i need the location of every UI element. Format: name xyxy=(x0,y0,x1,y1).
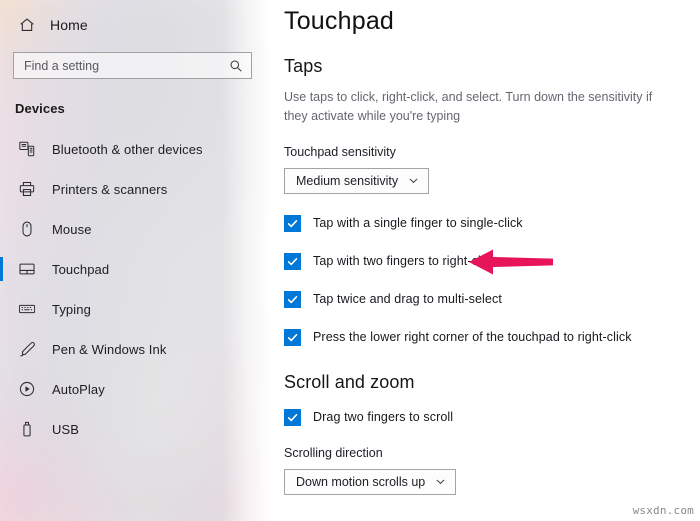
checkbox-checked-icon[interactable] xyxy=(284,252,301,270)
checkbox-label: Tap with a single finger to single-click xyxy=(313,216,523,231)
taps-section-heading: Taps xyxy=(284,56,323,76)
sidebar-item-bluetooth-other-devices[interactable]: Bluetooth & other devices xyxy=(0,129,268,169)
scrolling-direction-value: Down motion scrolls up xyxy=(296,474,426,489)
touchpad-sensitivity-value: Medium sensitivity xyxy=(296,173,399,188)
sidebar-item-usb[interactable]: USB xyxy=(0,409,268,449)
chevron-down-icon xyxy=(408,175,419,186)
bluetooth-devices-icon xyxy=(18,140,36,158)
sidebar-item-touchpad[interactable]: Touchpad xyxy=(0,249,268,289)
autoplay-icon xyxy=(18,380,36,398)
sidebar-item-label: Printers & scanners xyxy=(52,181,168,197)
home-icon xyxy=(18,16,36,34)
sidebar-item-autoplay[interactable]: AutoPlay xyxy=(0,369,268,409)
sidebar-item-mouse[interactable]: Mouse xyxy=(0,209,268,249)
sidebar-item-label: Touchpad xyxy=(52,261,110,277)
touchpad-sensitivity-dropdown[interactable]: Medium sensitivity xyxy=(284,167,430,194)
keyboard-icon xyxy=(18,300,36,318)
sidebar-item-label: USB xyxy=(52,421,80,437)
pen-icon xyxy=(18,340,36,358)
checkbox-label: Tap with two fingers to right-click xyxy=(313,254,497,269)
sidebar-item-label: Mouse xyxy=(52,221,92,237)
scroll-and-zoom-heading: Scroll and zoom xyxy=(284,371,415,392)
touchpad-sensitivity-label: Touchpad sensitivity xyxy=(284,144,396,159)
sidebar-item-label: Pen & Windows Ink xyxy=(52,341,167,357)
watermark: wsxdn.com xyxy=(632,504,694,517)
page-title: Touchpad xyxy=(284,7,395,35)
usb-icon xyxy=(18,420,36,438)
checkbox-label: Tap twice and drag to multi-select xyxy=(313,292,502,307)
checkbox-checked-icon[interactable] xyxy=(284,290,301,308)
sidebar-item-label: Bluetooth & other devices xyxy=(52,141,203,157)
checkbox-row[interactable]: Press the lower right corner of the touc… xyxy=(284,327,700,348)
checkbox-row[interactable]: Drag two fingers to scroll xyxy=(284,407,700,428)
sidebar-category-title: Devices xyxy=(15,101,65,116)
checkbox-checked-icon[interactable] xyxy=(284,328,301,346)
checkbox-row[interactable]: Tap twice and drag to multi-select xyxy=(284,289,700,310)
checkbox-checked-icon[interactable] xyxy=(284,408,301,426)
scrolling-direction-label: Scrolling direction xyxy=(284,445,383,460)
sidebar-nav-list: Bluetooth & other devices Printers & scan… xyxy=(0,129,268,449)
checkbox-checked-icon[interactable] xyxy=(284,214,301,232)
sidebar-item-printers-scanners[interactable]: Printers & scanners xyxy=(0,169,268,209)
sidebar-home-label: Home xyxy=(50,17,88,33)
checkbox-row[interactable]: Tap with two fingers to right-click xyxy=(284,251,700,272)
mouse-icon xyxy=(18,220,36,238)
sidebar-item-pen-windows-ink[interactable]: Pen & Windows Ink xyxy=(0,329,268,369)
chevron-down-icon xyxy=(435,476,446,487)
sidebar-item-label: AutoPlay xyxy=(52,381,105,397)
taps-checkbox-list: Tap with a single finger to single-click… xyxy=(284,213,700,348)
checkbox-row[interactable]: Tap with a single finger to single-click xyxy=(284,213,700,234)
settings-sidebar: Home Devices Bluetooth & other devices Pr… xyxy=(0,0,268,521)
sidebar-home-button[interactable]: Home xyxy=(0,8,268,42)
checkbox-label: Drag two fingers to scroll xyxy=(313,410,454,425)
sidebar-item-label: Typing xyxy=(52,301,91,317)
scrolling-direction-dropdown[interactable]: Down motion scrolls up xyxy=(284,468,457,495)
scroll-checkbox-list: Drag two fingers to scroll xyxy=(284,407,700,428)
settings-window: Home Devices Bluetooth & other devices Pr… xyxy=(0,0,700,521)
search-box[interactable] xyxy=(13,52,252,79)
touchpad-icon xyxy=(18,260,36,278)
checkbox-label: Press the lower right corner of the touc… xyxy=(313,330,632,345)
search-input[interactable] xyxy=(14,53,251,78)
sidebar-item-typing[interactable]: Typing xyxy=(0,289,268,329)
taps-section-description: Use taps to click, right-click, and sele… xyxy=(284,90,653,124)
settings-content-pane: Touchpad Taps Use taps to click, right-c… xyxy=(268,0,700,521)
printer-icon xyxy=(18,180,36,198)
